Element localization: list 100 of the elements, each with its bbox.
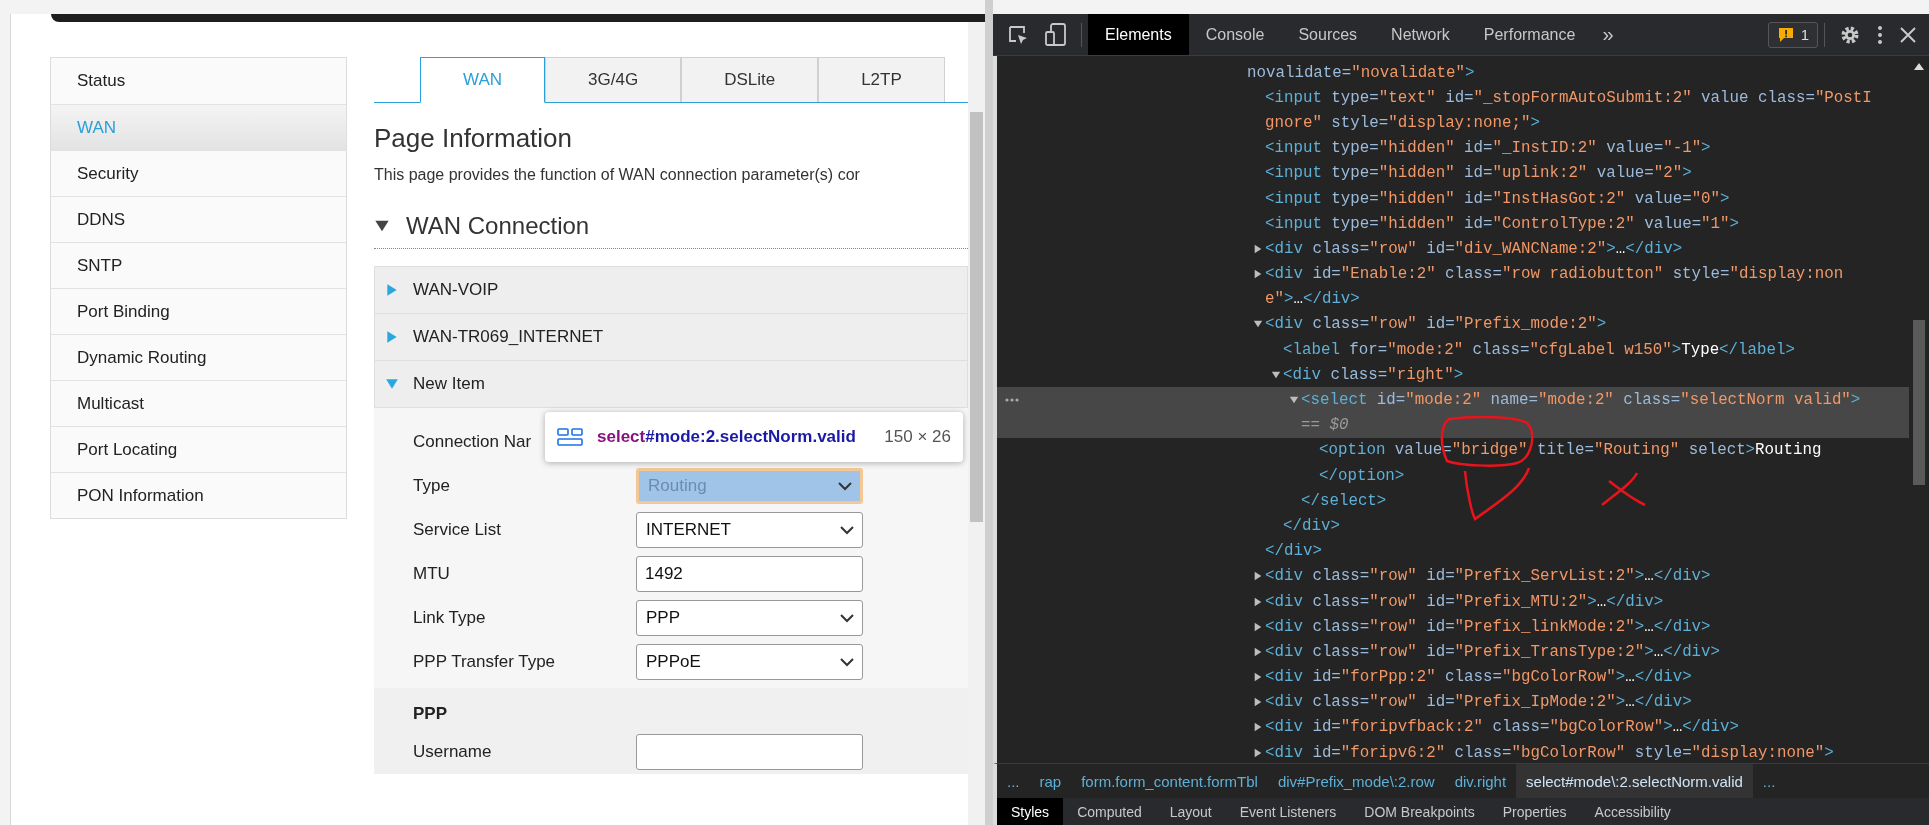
accordion-title: WAN-VOIP [413,280,499,300]
code-line[interactable]: </div> [1283,516,1340,535]
sidebar-item[interactable]: DDNS [51,196,346,242]
input-field[interactable] [636,734,863,770]
collapse-triangle-icon[interactable] [374,218,390,234]
sidebar-item[interactable]: SNTP [51,242,346,288]
code-line[interactable]: </select> [1301,491,1387,510]
expand-arrow-icon[interactable] [1253,596,1263,607]
field-label: Type [413,476,450,496]
code-line[interactable]: <select id="mode:2" name="mode:2" class="selectNorm valid"> [1301,391,1861,410]
more-icon[interactable] [1005,398,1019,403]
breadcrumb[interactable]: ... [1752,764,1786,798]
code-line[interactable]: novalidate="novalidate"> [1247,63,1475,82]
devtools-tab[interactable]: Performance [1466,14,1593,55]
inspect-icon[interactable] [1007,23,1029,46]
tab[interactable]: L2TP [818,57,945,102]
accordion-row[interactable]: New Item [374,361,968,408]
code-line[interactable]: <div id="forPpp:2" class="bgColorRow">…</div> [1265,668,1692,687]
expand-arrow-icon[interactable] [1253,697,1263,708]
expand-arrow-icon[interactable] [1253,269,1263,280]
code-line[interactable]: <input type="hidden" id="uplink:2" value="2"> [1265,164,1692,183]
scroll-thumb[interactable] [970,112,983,522]
warning-icon [1776,26,1795,43]
code-line[interactable]: <div class="row" id="Prefix_linkMode:2">…</div> [1265,617,1711,636]
code-line[interactable]: <div id="Enable:2" class="row radiobutton" style="display:non [1265,265,1844,284]
expand-arrow-icon[interactable] [1253,747,1263,758]
selected-row-highlight[interactable]: <select id="mode:2" name="mode:2" class="selectNorm valid"> [997,387,1909,413]
sidebar-item[interactable]: Multicast [51,380,346,426]
expand-arrow-icon[interactable] [1271,369,1281,380]
code-line[interactable]: <div class="row" id="Prefix_MTU:2">…</div> [1265,592,1664,611]
devtools-tab[interactable]: Console [1188,14,1282,55]
breadcrumb[interactable]: select#mode\:2.selectNorm.valid [1516,764,1753,798]
code-line[interactable]: </option> [1319,466,1405,485]
code-line[interactable]: <div class="row" id="Prefix_IpMode:2">…</div> [1265,693,1692,712]
breadcrumb[interactable]: form.form_content.formTbl [1071,764,1268,798]
expand-arrow-icon[interactable] [1253,243,1263,254]
panel-tab[interactable]: Styles [997,798,1064,825]
kebab-menu-icon[interactable] [1877,24,1883,45]
code-line[interactable]: <div id="foripvfback:2" class="bgColorRow">…</div> [1265,718,1740,737]
scroll-up-arrow-icon[interactable] [1914,62,1924,70]
devtools-tab[interactable]: Elements [1088,14,1189,55]
panel-tab[interactable]: Layout [1155,798,1226,825]
field-label: Service List [413,520,501,540]
code-line[interactable]: <label for="mode:2" class="cfgLabel w150">Type</label> [1283,340,1795,359]
sidebar-item[interactable]: Status [51,58,346,104]
breadcrumb[interactable]: div.right [1444,764,1517,798]
panel-tab[interactable]: Computed [1063,798,1156,825]
code-line[interactable]: <div class="row" id="div_WANCName:2">…</div> [1265,239,1683,258]
device-toolbar-icon[interactable] [1045,22,1067,47]
breadcrumb[interactable]: div#Prefix_mode\:2.row [1267,764,1445,798]
dropdown[interactable]: INTERNET [636,512,863,548]
devtools-tab[interactable]: Sources [1281,14,1375,55]
code-line[interactable]: <div id="foripv6:2" class="bgColorRow" style="display:none"> [1265,743,1834,762]
sidebar-item[interactable]: Port Binding [51,288,346,334]
sidebar-item[interactable]: Port Locating [51,426,346,472]
panel-tab[interactable]: Properties [1488,798,1581,825]
field-label: Connection Nar [413,432,532,452]
expand-arrow-icon[interactable] [1253,571,1263,582]
more-tabs-button[interactable]: » [1592,23,1624,46]
expand-arrow-icon[interactable] [1289,395,1299,406]
sidebar-item[interactable]: PON Information [51,472,346,518]
dropdown[interactable]: PPP [636,600,863,636]
panel-tab[interactable]: Event Listeners [1225,798,1351,825]
accordion-row[interactable]: WAN-VOIP [374,267,968,314]
section-title: WAN Connection [406,212,590,240]
panel-tab[interactable]: DOM Breakpoints [1350,798,1489,825]
code-line[interactable]: gnore" style="display:none;"> [1265,113,1540,132]
code-line[interactable]: e">…</div> [1265,290,1360,309]
code-line[interactable]: <input type="hidden" id="ControlType:2" value="1"> [1265,214,1740,233]
code-line[interactable]: <div class="row" id="Prefix_mode:2"> [1265,315,1607,334]
code-line[interactable]: <input type="hidden" id="InstHasGot:2" value="0"> [1265,189,1730,208]
page-heading: Page Information [374,123,573,154]
code-line[interactable]: <div class="row" id="Prefix_ServList:2">…</div> [1265,567,1711,586]
issues-button[interactable]: 1 [1767,21,1818,48]
page-description: This page provides the function of WAN connection parameter(s) cor [374,166,861,184]
expand-arrow-icon[interactable] [1253,319,1263,330]
scrollbar[interactable] [968,22,985,825]
expand-arrow-icon[interactable] [1253,672,1263,683]
breadcrumb[interactable]: rap [1029,764,1072,798]
code-line[interactable]: <input type="hidden" id="_InstID:2" value="-1"> [1265,139,1711,158]
tab[interactable]: 3G/4G [545,57,682,102]
code-line[interactable]: <div class="row" id="Prefix_TransType:2">…</div> [1265,642,1721,661]
breadcrumb[interactable]: ... [997,764,1030,798]
expand-arrow-icon[interactable] [1253,722,1263,733]
scroll-thumb[interactable] [1913,320,1925,485]
sidebar-item[interactable]: Dynamic Routing [51,334,346,380]
input-field[interactable]: 1492 [636,556,863,592]
expand-arrow-icon[interactable] [1253,621,1263,632]
dropdown[interactable]: PPPoE [636,644,863,680]
panel-tab[interactable]: Accessibility [1580,798,1685,825]
accordion-row[interactable]: WAN-TR069_INTERNET [374,314,968,361]
code-line[interactable]: </div> [1265,542,1322,561]
code-line[interactable]: <div class="right"> [1283,365,1464,384]
close-icon[interactable] [1899,25,1917,44]
sidebar-item[interactable]: Security [51,150,346,196]
expand-arrow-icon[interactable] [1253,646,1263,657]
devtools-tab[interactable]: Network [1374,14,1467,55]
tab[interactable]: DSLite [681,57,819,102]
element-selector: select#mode:2.selectNorm.valid [597,427,856,447]
code-line[interactable]: <input type="text" id="_stopFormAutoSubmit:2" value class="PostI [1265,88,1872,107]
